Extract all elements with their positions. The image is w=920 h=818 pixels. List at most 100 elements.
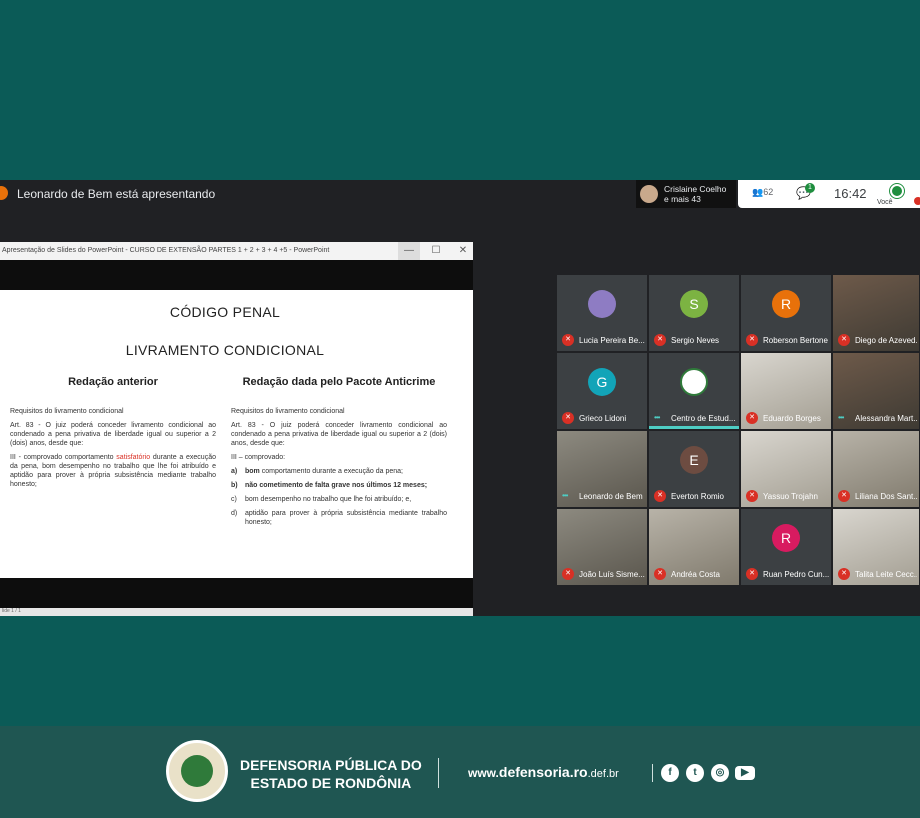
- youtube-icon[interactable]: ▶: [735, 766, 755, 780]
- website-link[interactable]: www.defensoria.ro.def.br: [468, 764, 619, 780]
- item-b: b) não cometimento de falta grave nos últ…: [231, 481, 447, 490]
- participant-tile[interactable]: ✕ João Luís Sisme...: [556, 508, 648, 586]
- instagram-icon[interactable]: ◎: [711, 764, 729, 782]
- slide-letterbox-top: [0, 260, 473, 290]
- participant-name: Talita Leite Cecc...: [855, 570, 917, 579]
- participant-tile[interactable]: ✕ Andréa Costa: [648, 508, 740, 586]
- participant-tile[interactable]: ✕ Eduardo Borges: [740, 352, 832, 430]
- chat-badge: 1: [805, 183, 815, 193]
- site-www: www.: [468, 766, 499, 780]
- participant-name: Grieco Lidoni: [579, 414, 627, 423]
- requirements-label: Requisitos do livramento condicional: [231, 408, 345, 415]
- facebook-icon[interactable]: f: [661, 764, 679, 782]
- participant-tile[interactable]: ••• Alessandra Mart...: [832, 352, 920, 430]
- participant-name: Yassuo Trojahn: [763, 492, 818, 501]
- top-brand-band: [0, 0, 920, 180]
- requirements-label: Requisitos do livramento condicional: [10, 408, 124, 415]
- participant-tile[interactable]: R ✕ Ruan Pedro Cun...: [740, 508, 832, 586]
- mic-off-icon: ✕: [746, 568, 758, 580]
- participant-name: Alessandra Mart...: [855, 414, 917, 423]
- participant-name: Liliana Dos Sant...: [855, 492, 917, 501]
- item-a-bold: bom: [245, 468, 260, 475]
- mic-off-icon: ✕: [654, 568, 666, 580]
- item-d-text: aptidão para prover à própria subsistênc…: [245, 510, 447, 526]
- participant-name: Leonardo de Bem: [579, 492, 643, 501]
- participant-tile[interactable]: G ✕ Grieco Lidoni: [556, 352, 648, 430]
- column-heading: Redação anterior: [68, 376, 158, 388]
- participant-tile[interactable]: ✕ Yassuo Trojahn: [740, 430, 832, 508]
- mic-off-icon: ✕: [562, 568, 574, 580]
- participant-tile[interactable]: ✕ Talita Leite Cecc...: [832, 508, 920, 586]
- avatar: R: [772, 289, 800, 318]
- item-key: a): [231, 468, 238, 475]
- meeting-clock: 16:42: [834, 186, 867, 201]
- mic-off-icon: ✕: [562, 412, 574, 424]
- highlight-word: satisfatório: [116, 454, 151, 461]
- participant-tile[interactable]: S ✕ Sergio Neves: [648, 274, 740, 352]
- participant-tile[interactable]: ✕ Lucia Pereira Be...: [556, 274, 648, 352]
- item-iii: III – comprovado:: [231, 454, 286, 461]
- participant-name: Lucia Pereira Be...: [579, 336, 645, 345]
- speaking-icon: •••: [838, 413, 844, 422]
- self-avatar[interactable]: [890, 184, 904, 198]
- pinned-name: Crislaine Coelho: [664, 184, 727, 194]
- org-line1: DEFENSORIA PÚBLICA DO: [240, 757, 422, 773]
- mic-off-icon: ✕: [838, 334, 850, 346]
- participant-name: Ruan Pedro Cun...: [763, 570, 829, 579]
- item-a-rest: comportamento durante a execução da pena…: [259, 468, 403, 475]
- mic-off-icon: ✕: [654, 490, 666, 502]
- speaking-icon: •••: [654, 413, 660, 422]
- mic-off-icon: ✕: [838, 490, 850, 502]
- people-button[interactable]: 👥62: [752, 187, 773, 198]
- twitter-icon[interactable]: t: [686, 764, 704, 782]
- site-tld: .def.br: [587, 768, 619, 780]
- participant-name: Roberson Bertone: [763, 336, 828, 345]
- presenter-indicator-icon: [0, 186, 8, 200]
- item-key: b): [231, 482, 238, 489]
- mic-off-icon: ✕: [562, 334, 574, 346]
- divider: [438, 758, 439, 788]
- slide-column-new: Redação dada pelo Pacote Anticrime Requi…: [231, 376, 447, 532]
- article-text: Art. 83 - O juiz poderá conceder livrame…: [10, 422, 216, 447]
- participant-name: Centro de Estud...: [671, 414, 736, 423]
- avatar: R: [772, 523, 800, 552]
- mic-off-icon: ✕: [654, 334, 666, 346]
- participant-tile[interactable]: ✕ Diego de Azeved...: [832, 274, 920, 352]
- org-name: DEFENSORIA PÚBLICA DO ESTADO DE RONDÔNIA: [240, 756, 422, 792]
- maximize-button[interactable]: ☐: [425, 242, 447, 260]
- participant-tile[interactable]: ••• Leonardo de Bem: [556, 430, 648, 508]
- slide-letterbox-bottom: [0, 578, 473, 608]
- participant-name: Everton Romio: [671, 492, 724, 501]
- avatar-initial: E: [689, 451, 699, 468]
- column-heading: Redação dada pelo Pacote Anticrime: [242, 376, 436, 388]
- speaking-icon: •••: [562, 491, 568, 500]
- article-text: Art. 83 - O juiz poderá conceder livrame…: [231, 422, 447, 447]
- footer: DEFENSORIA PÚBLICA DO ESTADO DE RONDÔNIA…: [0, 726, 920, 818]
- site-main: defensoria.ro: [498, 764, 588, 780]
- participant-grid: ✕ Lucia Pereira Be... S ✕ Sergio Neves R ✕ Ro…: [556, 274, 920, 586]
- divider: [652, 764, 653, 782]
- mic-off-icon: ✕: [746, 334, 758, 346]
- minimize-button[interactable]: —: [398, 242, 420, 260]
- participant-tile[interactable]: E ✕ Everton Romio: [648, 430, 740, 508]
- participant-name: João Luís Sisme...: [579, 570, 645, 579]
- participant-name: Sergio Neves: [671, 336, 720, 345]
- presenting-banner: Leonardo de Bem está apresentando: [17, 187, 216, 201]
- participant-tile[interactable]: ••• Centro de Estud...: [648, 352, 740, 430]
- item-key: c): [231, 496, 237, 503]
- pinned-participant[interactable]: Crislaine Coelho e mais 43: [636, 180, 736, 208]
- participant-tile[interactable]: ✕ Liliana Dos Sant...: [832, 430, 920, 508]
- slide: CÓDIGO PENAL LIVRAMENTO CONDICIONAL Reda…: [0, 290, 473, 578]
- item-key: d): [231, 510, 238, 517]
- slide-subtitle: LIVRAMENTO CONDICIONAL: [125, 342, 325, 358]
- logo-icon: [680, 367, 708, 396]
- defensoria-seal-logo: [166, 740, 228, 802]
- avatar: E: [680, 445, 708, 474]
- avatar: [640, 185, 658, 203]
- org-line2: ESTADO DE RONDÔNIA: [250, 775, 412, 791]
- participant-tile[interactable]: R ✕ Roberson Bertone: [740, 274, 832, 352]
- item-d: d) aptidão para prover à própria subsistê…: [231, 509, 447, 527]
- close-button[interactable]: ✕: [452, 242, 474, 260]
- mic-off-icon: ✕: [838, 568, 850, 580]
- mic-off-icon: ✕: [746, 490, 758, 502]
